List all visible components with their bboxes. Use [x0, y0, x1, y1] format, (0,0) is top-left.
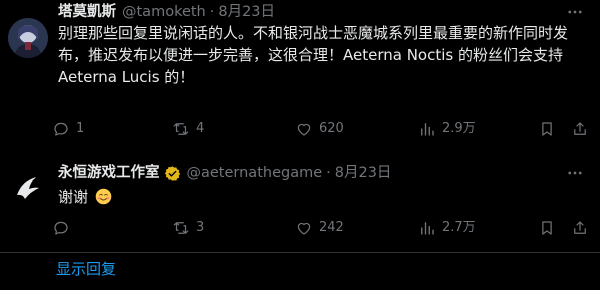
- heart-icon: [297, 123, 311, 136]
- views-button[interactable]: 2.9万: [418, 118, 476, 140]
- bookmark-button[interactable]: [538, 118, 556, 140]
- separator: ·: [209, 4, 215, 20]
- repost-icon: [173, 123, 189, 135]
- share-icon: [574, 221, 586, 234]
- display-name[interactable]: 永恒游戏工作室: [58, 163, 160, 183]
- tweet-text-line: 布，推迟发布以便进一步完善，这很合理！Aeterna Noctis 的粉丝们会支…: [58, 46, 563, 64]
- repost-button[interactable]: 3: [172, 217, 204, 239]
- username[interactable]: @tamoketh: [122, 2, 206, 22]
- username[interactable]: @aeternathegame: [187, 163, 323, 183]
- repost-button[interactable]: 4: [172, 118, 204, 140]
- views-button[interactable]: 2.7万: [418, 217, 476, 239]
- view-count: 2.7万: [442, 220, 476, 235]
- tweet-header: 塔莫凱斯 @tamoketh · 8月23日: [58, 2, 275, 22]
- repost-count: 4: [196, 121, 205, 136]
- like-count: 620: [319, 121, 344, 136]
- repost-icon: [173, 222, 189, 234]
- bookmark-icon: [542, 122, 552, 136]
- repost-count: 3: [196, 220, 205, 235]
- share-button[interactable]: [571, 217, 589, 239]
- avatar[interactable]: [8, 18, 48, 58]
- separator: ·: [326, 165, 331, 181]
- bookmark-button[interactable]: [538, 217, 556, 239]
- tweet-2[interactable]: 永恒游戏工作室 @aeternathegame · 8月23日 谢谢 3 242…: [0, 150, 600, 252]
- like-button[interactable]: 242: [295, 217, 344, 239]
- bookmark-icon: [542, 221, 552, 235]
- avatar-image: [8, 18, 48, 58]
- avatar[interactable]: [8, 167, 48, 207]
- tweet-1[interactable]: 塔莫凱斯 @tamoketh · 8月23日 别理那些回复里说闲话的人。不和银河…: [0, 0, 600, 150]
- ellipsis-icon: [568, 10, 582, 14]
- reply-button[interactable]: [52, 217, 76, 239]
- divider: [0, 252, 600, 253]
- timestamp[interactable]: 8月23日: [218, 2, 275, 22]
- view-count: 2.9万: [442, 121, 476, 136]
- display-name[interactable]: 塔莫凱斯: [58, 2, 116, 22]
- verified-badge-icon[interactable]: [164, 165, 181, 182]
- action-bar: 1 4 620 2.9万: [52, 118, 592, 140]
- tweet-text-line: 别理那些回复里说闲话的人。不和银河战士恶魔城系列里最重要的新作同时发: [58, 24, 569, 42]
- smiling-face-emoji-icon: [95, 188, 112, 205]
- analytics-icon: [421, 123, 434, 136]
- tweet-header: 永恒游戏工作室 @aeternathegame · 8月23日: [58, 163, 391, 183]
- reply-count: 1: [76, 121, 85, 136]
- heart-icon: [297, 222, 311, 235]
- like-count: 242: [319, 220, 344, 235]
- like-button[interactable]: 620: [295, 118, 344, 140]
- more-options-button[interactable]: [564, 2, 586, 22]
- studio-logo-icon: [8, 167, 48, 207]
- reply-button[interactable]: 1: [52, 118, 84, 140]
- more-options-button[interactable]: [564, 163, 586, 183]
- reply-icon: [54, 122, 68, 136]
- tweet-text: 别理那些回复里说闲话的人。不和银河战士恶魔城系列里最重要的新作同时发 布，推迟发…: [58, 22, 586, 88]
- action-bar: 3 242 2.7万: [52, 217, 592, 239]
- show-replies-link[interactable]: 显示回复: [56, 259, 116, 279]
- tweet-text-line: 谢谢: [58, 188, 89, 206]
- timestamp[interactable]: 8月23日: [335, 163, 392, 183]
- ellipsis-icon: [568, 171, 582, 175]
- analytics-icon: [421, 222, 434, 235]
- reply-icon: [54, 221, 68, 235]
- tweet-text: 谢谢: [58, 186, 586, 208]
- share-icon: [574, 122, 586, 135]
- tweet-text-line: Aeterna Lucis 的！: [58, 68, 195, 86]
- share-button[interactable]: [571, 118, 589, 140]
